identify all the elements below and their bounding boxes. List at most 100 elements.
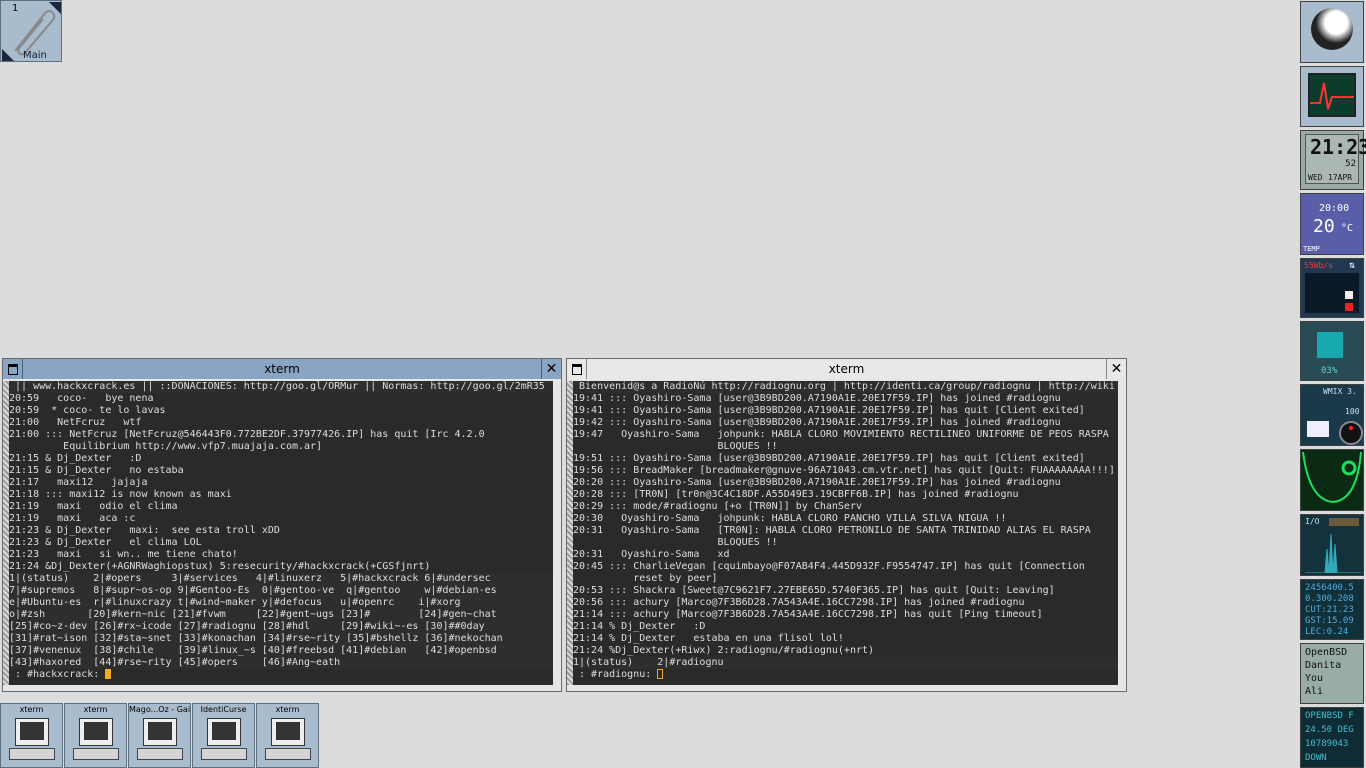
keyboard-icon — [137, 748, 183, 760]
radar-icon — [1302, 451, 1362, 504]
terminal-line: 20:20 ::: Oyashiro-Sama [user@3B9BD200.A… — [573, 477, 1061, 488]
dock-monitor-app[interactable] — [1300, 66, 1364, 127]
terminal-line: 21:15 & Dj_Dexter no estaba — [9, 465, 184, 476]
text-cursor — [105, 669, 112, 679]
weather-time: 20:00 — [1319, 203, 1350, 214]
terminal-line: 21:00 ::: NetFcruz [NetFcruz@546443F0.77… — [9, 429, 485, 440]
net-graph — [1305, 273, 1359, 313]
dock-weather[interactable]: 20:00 20 °C TEMP — [1300, 193, 1364, 255]
network-arrows-icon: ⇅ — [1349, 260, 1356, 271]
terminal-output[interactable]: Bienvenid@s a RadioÑú http://radiognu.or… — [573, 381, 1118, 685]
terminal-line: 21:23 & Dj_Dexter maxi: see esta troll x… — [9, 525, 280, 536]
weather-label: TEMP — [1303, 245, 1320, 253]
window-title: xterm — [264, 362, 300, 376]
iconified-window[interactable]: Mago...Oz - Gaia — [128, 703, 191, 768]
computer-icon — [15, 718, 49, 746]
iconified-window-label: Mago...Oz - Gaia — [129, 705, 190, 714]
terminal-line: 21:14 % Dj_Dexter :D — [573, 621, 706, 632]
sys-line: 10789043 — [1305, 739, 1349, 749]
dock-logo[interactable] — [1300, 1, 1364, 63]
window-menu-button[interactable] — [3, 359, 23, 379]
dock-astro[interactable]: 2456400.5 0.300.208 CUT:21.23 GST:15.09 LEC:… — [1300, 579, 1364, 640]
desktop-pager[interactable]: 1 Main — [0, 0, 62, 62]
terminal-line: 20:53 ::: Shackra [Sweet@7C9621F7.27EBE6… — [573, 585, 1055, 596]
prompt-line[interactable]: : #radiognu: — [573, 669, 1118, 681]
volume-knob-icon[interactable] — [1339, 421, 1363, 445]
dock-radar[interactable] — [1300, 449, 1364, 511]
computer-icon — [79, 718, 113, 746]
dock-users[interactable]: OpenBSD Danita You Ali — [1300, 643, 1364, 704]
dock-cpu[interactable]: 03% — [1300, 321, 1364, 381]
terminal-line: Bienvenid@s a RadioÑú http://radiognu.or… — [573, 381, 1118, 393]
terminal-output[interactable]: || www.hackxcrack.es || ::DONACIONES: ht… — [9, 381, 553, 685]
terminal-line: 19:51 ::: Oyashiro-Sama [user@3B9BD200.A… — [573, 453, 1085, 464]
terminal-line: 19:47 Oyashiro-Sama johpunk: HABLA CLORO… — [573, 429, 1109, 440]
close-button[interactable]: ✕ — [1106, 359, 1126, 379]
terminal-line: 21:19 maxi odio el clima — [9, 501, 178, 512]
iconified-window[interactable]: xterm — [0, 703, 63, 768]
terminal-line: 20:31 Oyashiro-Sama [TR0N]: HABLA CLORO … — [573, 525, 1091, 536]
terminal-line: 21:24 %Dj_Dexter(+Riwx) 2:radiognu/#radi… — [573, 645, 875, 656]
astro-line: LEC:0.24 — [1305, 627, 1349, 637]
terminal-line: 21:17 maxi12 jajaja — [9, 477, 148, 488]
users-line: Ali — [1305, 686, 1324, 697]
close-icon: ✕ — [1110, 361, 1123, 377]
terminal-line: 21:23 & Dj_Dexter el clima LOL — [9, 537, 202, 548]
xterm-window-left[interactable]: xterm ✕ || www.hackxcrack.es || ::DONACI… — [2, 358, 562, 692]
iconified-window-label: xterm — [19, 705, 44, 714]
mixer-value: 100 — [1345, 407, 1360, 416]
terminal-line: || www.hackxcrack.es || ::DONACIONES: ht… — [9, 381, 553, 393]
io-graph — [1305, 533, 1361, 573]
dock-system[interactable]: OPENBSD F 24.50 DEG 10789043 DOWN — [1300, 707, 1364, 768]
users-line: You — [1305, 673, 1324, 684]
terminal-line: BLOQUES !! — [573, 441, 778, 452]
iconified-window-label: IdentiCurse — [200, 705, 247, 714]
computer-icon — [207, 718, 241, 746]
terminal-line: 21:19 maxi aca :c — [9, 513, 136, 524]
terminal-line: 21:24 &Dj_Dexter(+AGNRWaghiopstux) 5:res… — [9, 561, 431, 572]
terminal-line: [37]#venenux [38]#chile [39]#linux_~s [4… — [9, 645, 553, 657]
weather-unit: °C — [1341, 223, 1354, 234]
window-menu-icon — [7, 363, 18, 375]
terminal-line: 21:00 NetFcruz wtf — [9, 417, 142, 428]
close-button[interactable]: ✕ — [541, 359, 561, 379]
terminal-line: 20:30 Oyashiro-Sama johpunk: HABLA CLORO… — [573, 513, 1007, 524]
dock-io[interactable]: I/O — [1300, 514, 1364, 576]
sys-line: 24.50 DEG — [1305, 725, 1354, 735]
dock-mixer[interactable]: WMIX 3. 100 — [1300, 384, 1364, 446]
cpu-label: 03% — [1321, 366, 1338, 376]
dock-clock[interactable]: 21:23 52 WED 17APR — [1300, 130, 1366, 190]
terminal-line: e|#Ubuntu-es r|#linuxcrazy t|#wind~maker… — [9, 597, 553, 609]
window-title: xterm — [828, 362, 865, 376]
iconified-window[interactable]: IdentiCurse — [192, 703, 255, 768]
astro-line: CUT:21.23 — [1305, 605, 1354, 615]
iconified-window[interactable]: xterm — [64, 703, 127, 768]
astro-line: 2456400.5 — [1305, 583, 1354, 593]
prompt-line[interactable]: : #hackxcrack: — [9, 669, 553, 681]
terminal-line: 20:59 * coco- te lo lavas — [9, 405, 166, 416]
terminal-line: o|#zsh [20]#kern~nic [21]#fvwm [22]#gent… — [9, 609, 553, 621]
users-line: Danita — [1305, 660, 1342, 671]
iconified-window[interactable]: xterm — [256, 703, 319, 768]
keyboard-icon — [9, 748, 55, 760]
terminal-line: 7|#supremos 8|#supr~os-op 9|#Gentoo-Es 0… — [9, 585, 553, 597]
computer-icon — [271, 718, 305, 746]
title-bar[interactable]: xterm ✕ — [3, 359, 561, 379]
io-label: I/O — [1305, 517, 1320, 526]
keyboard-icon — [265, 748, 311, 760]
terminal-line: Equilibrium http://www.vfp7.muajaja.com.… — [9, 441, 323, 452]
terminal-line: 20:56 ::: achury [Marco@7F3B6D28.7A543A4… — [573, 597, 1025, 608]
clock-date: 17APR — [1328, 173, 1353, 182]
terminal-line: 20:28 ::: [TR0N] [tr0n@3C4C18DF.A55D49E3… — [573, 489, 1019, 500]
mixer-slider[interactable] — [1307, 421, 1329, 437]
keyboard-icon — [73, 748, 119, 760]
astro-line: GST:15.09 — [1305, 616, 1354, 626]
window-menu-button[interactable] — [567, 359, 587, 379]
desk-label: Main — [23, 50, 47, 61]
xterm-window-right[interactable]: xterm ✕ Bienvenid@s a RadioÑú http://rad… — [566, 358, 1127, 692]
heartbeat-monitor-icon — [1308, 73, 1356, 117]
window-menu-icon — [571, 363, 582, 375]
dock-netmon[interactable]: 55Wb/s ⇅ — [1300, 258, 1364, 318]
title-bar[interactable]: xterm ✕ — [567, 359, 1126, 379]
terminal-line: 21:23 maxi si wn.. me tiene chato! — [9, 549, 238, 560]
